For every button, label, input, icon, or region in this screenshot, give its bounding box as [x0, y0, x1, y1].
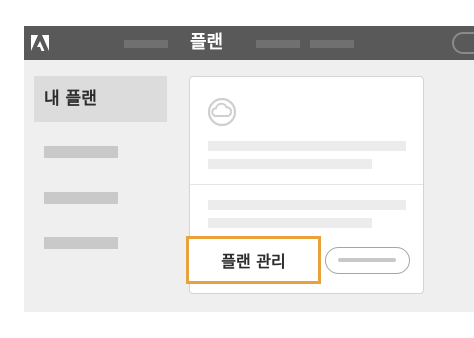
text-placeholder	[208, 218, 372, 228]
adobe-logo-icon	[31, 35, 49, 51]
menu-placeholder[interactable]	[256, 40, 300, 48]
card-divider	[190, 184, 423, 185]
sidebar-item-placeholder[interactable]	[44, 237, 118, 249]
title-pill-button[interactable]	[452, 32, 474, 54]
text-placeholder	[208, 159, 372, 169]
manage-plan-label: 플랜 관리	[221, 252, 286, 271]
window-title: 플랜	[190, 32, 224, 53]
sidebar-item-label: 내 플랜	[44, 89, 97, 109]
button-label-placeholder	[338, 258, 396, 262]
manage-plan-button[interactable]: 플랜 관리	[186, 236, 321, 284]
menu-placeholder[interactable]	[124, 40, 168, 48]
sidebar-item-placeholder[interactable]	[44, 146, 118, 158]
sidebar-item-my-plan[interactable]: 내 플랜	[34, 76, 167, 122]
title-bar: 플랜	[24, 26, 474, 60]
creative-cloud-icon	[207, 97, 237, 127]
text-placeholder	[208, 141, 406, 151]
menu-placeholder[interactable]	[310, 40, 354, 48]
secondary-button[interactable]	[325, 247, 410, 274]
text-placeholder	[208, 200, 406, 210]
sidebar-item-placeholder[interactable]	[44, 192, 118, 204]
